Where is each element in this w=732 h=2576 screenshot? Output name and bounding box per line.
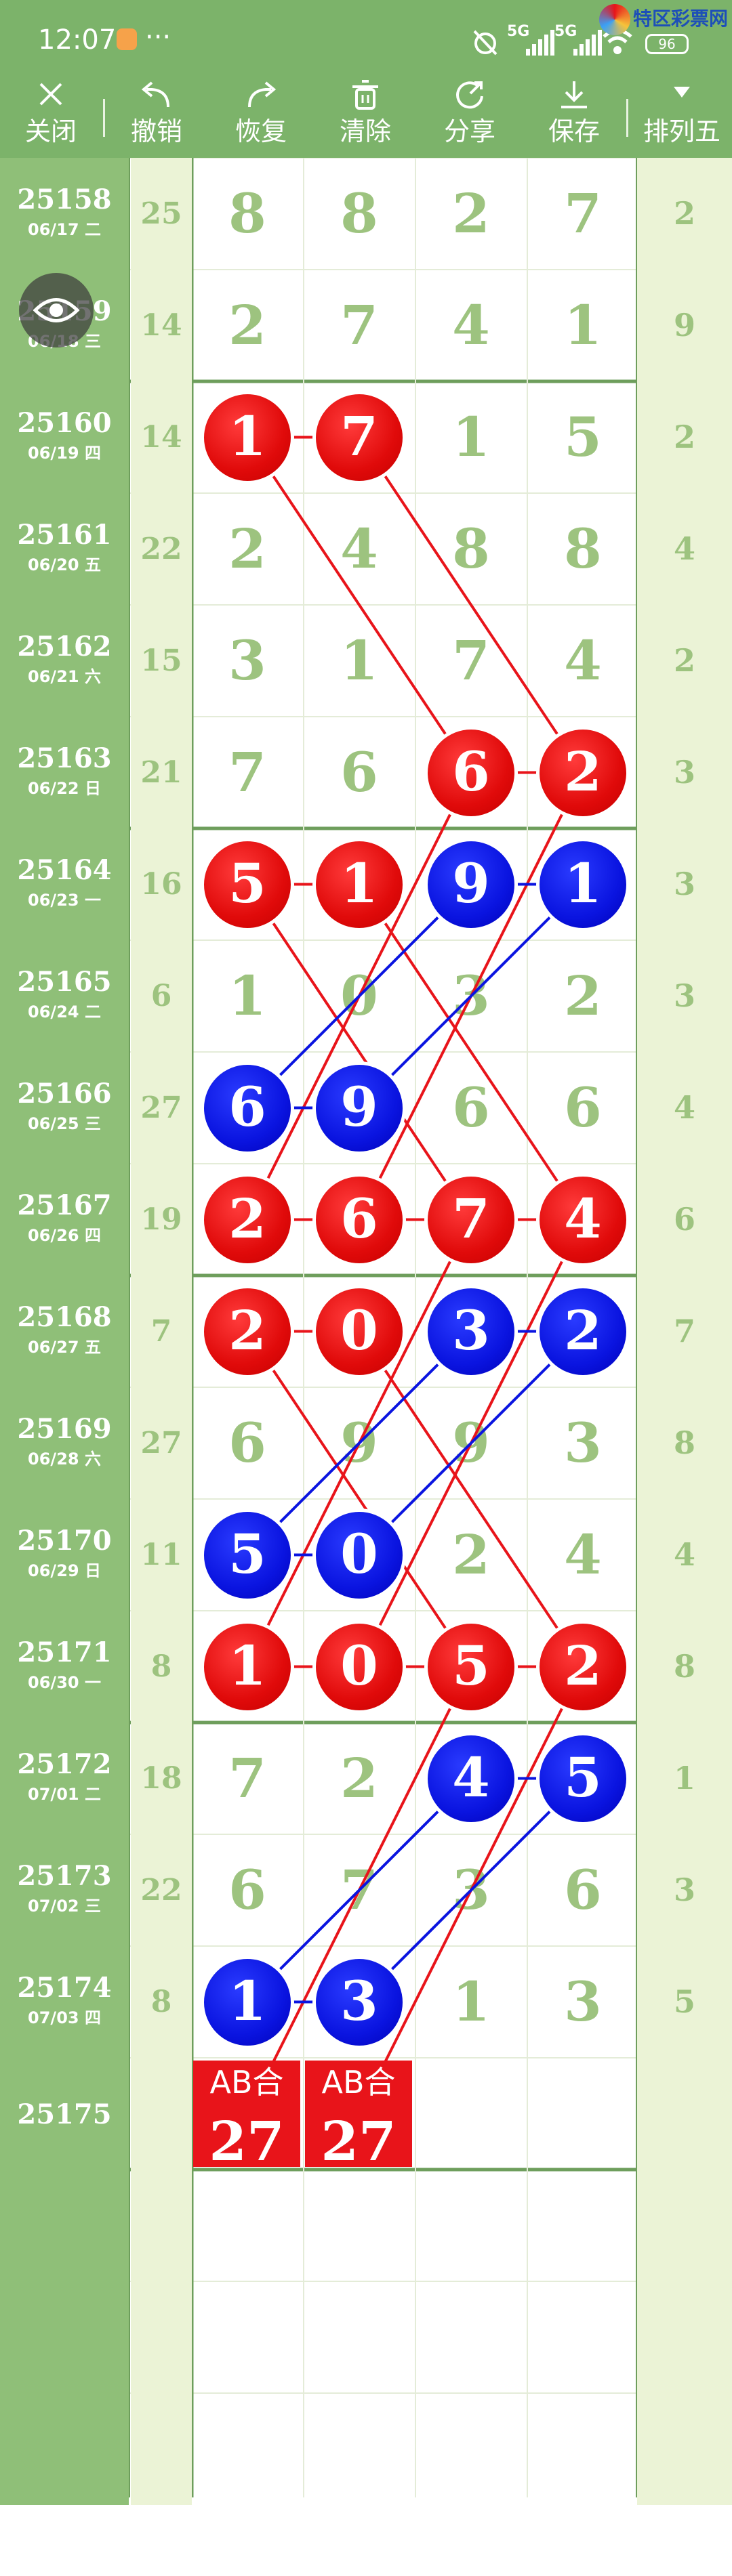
marked-number-ball[interactable]: 1 bbox=[312, 837, 406, 931]
eye-toggle-button[interactable] bbox=[19, 273, 94, 347]
redo-label: 恢复 bbox=[235, 117, 287, 146]
app-notification-icon bbox=[117, 28, 137, 50]
undo-button[interactable]: 撤销 bbox=[113, 75, 201, 158]
status-more-dots: ··· bbox=[145, 22, 171, 53]
marked-number-ball[interactable]: 1 bbox=[201, 1620, 294, 1714]
marked-number-ball[interactable]: 9 bbox=[424, 837, 518, 931]
marked-number-ball[interactable]: 5 bbox=[201, 1508, 294, 1602]
share-label: 分享 bbox=[443, 117, 495, 146]
ab-sum-value: 27 bbox=[321, 2109, 396, 2173]
status-bar: 12:07 ··· 5G 5G 特区彩票网 96 bbox=[0, 0, 732, 75]
save-label: 保存 bbox=[548, 117, 600, 146]
ab-sum-box: AB合 27 bbox=[193, 2061, 300, 2173]
share-icon bbox=[426, 80, 514, 111]
trend-chart-grid: 2515806/17 二25882722515906/18 三142741925… bbox=[0, 158, 732, 2505]
marked-number-ball[interactable]: 5 bbox=[201, 837, 294, 931]
marked-number-ball[interactable]: 1 bbox=[201, 1955, 294, 2049]
marked-number-ball[interactable]: 2 bbox=[536, 1620, 630, 1714]
marked-number-ball[interactable]: 2 bbox=[536, 1284, 630, 1378]
marked-number-ball[interactable]: 9 bbox=[312, 1061, 406, 1155]
ab-sum-label: AB合 bbox=[321, 2064, 396, 2100]
status-time: 12:07 bbox=[38, 24, 117, 56]
eye-icon bbox=[33, 298, 80, 322]
battery-level: 96 bbox=[658, 36, 676, 52]
marked-number-ball[interactable]: 2 bbox=[201, 1173, 294, 1267]
clear-label: 清除 bbox=[339, 117, 391, 146]
marked-number-ball[interactable]: 0 bbox=[312, 1620, 406, 1714]
download-icon bbox=[530, 80, 618, 111]
marked-number-ball[interactable]: 0 bbox=[312, 1508, 406, 1602]
redo-icon bbox=[217, 80, 305, 111]
marked-number-ball[interactable]: 7 bbox=[424, 1173, 518, 1267]
marked-number-ball[interactable]: 6 bbox=[201, 1061, 294, 1155]
clear-button[interactable]: 清除 bbox=[321, 75, 409, 158]
mode-selector[interactable]: 排列五 bbox=[634, 75, 729, 158]
save-button[interactable]: 保存 bbox=[530, 75, 618, 158]
marked-number-ball[interactable]: 1 bbox=[201, 390, 294, 484]
caret-down-icon bbox=[634, 80, 729, 111]
marked-number-ball[interactable]: 5 bbox=[424, 1620, 518, 1714]
toolbar: 关闭 撤销 恢复 清除 分享 保存 排列五 bbox=[0, 75, 732, 158]
undo-label: 撤销 bbox=[130, 117, 182, 146]
battery-icon: 96 bbox=[645, 34, 689, 54]
marked-number-ball[interactable]: 3 bbox=[312, 1955, 406, 2049]
signal-icon-2 bbox=[573, 30, 603, 56]
redo-button[interactable]: 恢复 bbox=[217, 75, 305, 158]
marked-number-ball[interactable]: 2 bbox=[201, 1284, 294, 1378]
marked-number-ball[interactable]: 4 bbox=[424, 1731, 518, 1825]
marked-number-ball[interactable]: 2 bbox=[536, 725, 630, 820]
marked-number-ball[interactable]: 7 bbox=[312, 390, 406, 484]
ab-sum-value: 27 bbox=[209, 2109, 285, 2173]
close-icon bbox=[7, 80, 95, 111]
mode-label: 排列五 bbox=[643, 117, 720, 146]
marked-number-ball[interactable]: 0 bbox=[312, 1284, 406, 1378]
marked-number-ball[interactable]: 6 bbox=[312, 1173, 406, 1267]
brand-name: 特区彩票网 bbox=[633, 7, 729, 30]
marked-number-ball[interactable]: 6 bbox=[424, 725, 518, 820]
marked-number-ball[interactable]: 5 bbox=[536, 1731, 630, 1825]
ab-sum-label: AB合 bbox=[209, 2064, 284, 2100]
toolbar-divider bbox=[626, 99, 628, 137]
marked-number-ball[interactable]: 3 bbox=[424, 1284, 518, 1378]
trash-icon bbox=[321, 80, 409, 111]
toolbar-divider bbox=[103, 99, 105, 137]
close-label: 关闭 bbox=[24, 117, 77, 146]
balls-layer: 1 7 6 2 5 1 9 1 6 9 2 6 7 4 2 0 3 2 5 0 1 0 5 2 4 5 1 3 AB合 27 AB合 27 bbox=[0, 158, 732, 2497]
ab-sum-box: AB合 27 bbox=[305, 2061, 412, 2173]
brand-logo bbox=[599, 4, 630, 35]
signal-icon-1 bbox=[526, 30, 556, 56]
share-button[interactable]: 分享 bbox=[426, 75, 514, 158]
marked-number-ball[interactable]: 4 bbox=[536, 1173, 630, 1267]
marked-number-ball[interactable]: 1 bbox=[536, 837, 630, 931]
alarm-off-icon bbox=[470, 27, 500, 57]
close-button[interactable]: 关闭 bbox=[7, 75, 95, 158]
undo-icon bbox=[113, 80, 201, 111]
